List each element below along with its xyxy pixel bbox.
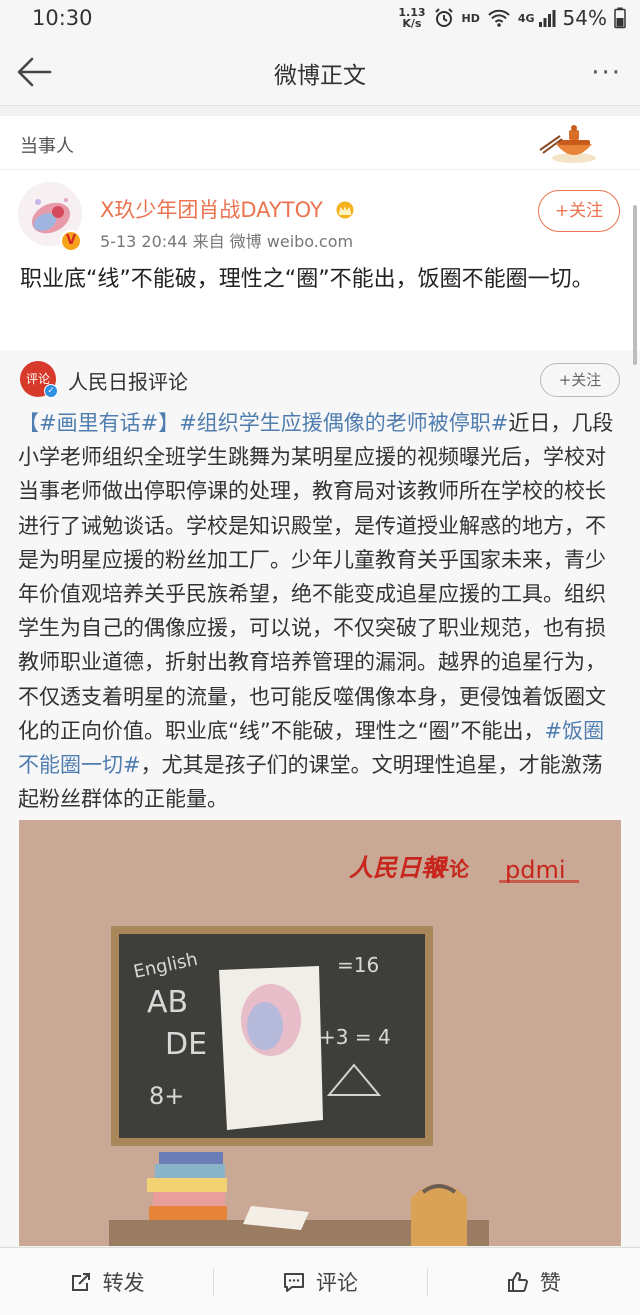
bottom-action-bar: 转发 评论 赞 xyxy=(0,1247,640,1315)
alarm-icon xyxy=(434,8,453,27)
top-nav-bar: 微博正文 ··· xyxy=(0,38,640,106)
hd-indicator: HD xyxy=(461,11,480,25)
post-author: V X玖少年团肖战DAYTOY 5-13 20:44 来自 微博 weibo.c… xyxy=(0,170,640,262)
comment-icon xyxy=(283,1272,304,1292)
crown-icon xyxy=(336,201,354,219)
page-title: 微博正文 xyxy=(274,63,366,89)
network-speed: 1.13 K/s xyxy=(398,7,425,29)
scrollbar[interactable] xyxy=(633,205,637,365)
network-speed-unit: K/s xyxy=(402,17,422,30)
chalk-eq-1: =16 xyxy=(337,953,379,977)
chalk-letters-1: AB xyxy=(147,985,188,1020)
hotpot-decoration-icon xyxy=(539,125,596,163)
network-type: 4G xyxy=(517,11,535,25)
follow-repost-author-button[interactable]: +关注 xyxy=(540,363,620,397)
comment-label: 评论 xyxy=(315,1270,358,1295)
topic-tag-huali[interactable]: 【#画里有话#】 xyxy=(18,411,179,435)
verified-badge-icon: V xyxy=(60,230,82,252)
like-button[interactable]: 赞 xyxy=(426,1248,640,1315)
repost-image[interactable]: 人民日報 评论 pdmi English AB DE =16 +3 = 4 8+ xyxy=(19,820,621,1246)
post-label: 当事人 xyxy=(20,136,74,157)
comment-button[interactable]: 评论 xyxy=(213,1248,426,1315)
status-time: 10:30 xyxy=(32,6,93,30)
reposted-weibo[interactable]: 评论 ✓ 人民日报评论 +关注 【#画里有话#】#组织学生应援偶像的老师被停职#… xyxy=(0,350,640,1246)
chalk-eq-2: +3 = 4 xyxy=(319,1025,391,1049)
topic-tag-teacher-suspended[interactable]: #组织学生应援偶像的老师被停职# xyxy=(179,411,508,435)
post-card: 当事人 V X玖少年团肖战DAYTOY 5-13 20:44 来自 微博 wei… xyxy=(0,116,640,1246)
status-bar: 10:30 1.13 K/s HD 4G 54% xyxy=(0,0,640,38)
status-icons: 1.13 K/s HD 4G 54% xyxy=(398,6,626,30)
post-text: 职业底“线”不能破，理性之“圈”不能出，饭圈不能圈一切。 xyxy=(20,267,594,292)
battery-percent: 54% xyxy=(562,6,607,30)
more-options-button[interactable]: ··· xyxy=(591,58,622,88)
post-meta: 5-13 20:44 来自 微博 weibo.com xyxy=(100,232,354,251)
repost-text-body-1: 近日，几段小学老师组织全班学生跳舞为某明星应援的视频曝光后，学校对当事老师做出停… xyxy=(18,411,614,743)
follow-author-button[interactable]: +关注 xyxy=(538,190,620,232)
image-brand-sub: 评论 xyxy=(429,857,470,881)
repost-icon xyxy=(71,1272,90,1291)
signal-icon xyxy=(538,10,556,27)
author-name-row[interactable]: X玖少年团肖战DAYTOY xyxy=(100,194,355,224)
wifi-icon xyxy=(488,9,510,27)
like-label: 赞 xyxy=(539,1270,561,1295)
chalk-eq-3: 8+ xyxy=(149,1082,184,1110)
chalk-letters-2: DE xyxy=(165,1027,207,1062)
classroom-illustration: 人民日報 评论 pdmi English AB DE =16 +3 = 4 8+ xyxy=(19,820,621,1246)
repost-header: 评论 ✓ 人民日报评论 +关注 xyxy=(0,350,640,406)
post-label-row: 当事人 xyxy=(0,116,640,170)
author-name[interactable]: X玖少年团肖战DAYTOY xyxy=(100,198,323,222)
thumbs-up-icon xyxy=(507,1271,528,1292)
repost-label: 转发 xyxy=(102,1270,145,1295)
battery-icon xyxy=(614,7,626,29)
repost-text: 【#画里有话#】#组织学生应援偶像的老师被停职#近日，几段小学老师组织全班学生跳… xyxy=(0,406,640,819)
repost-author-name[interactable]: 人民日报评论 xyxy=(68,366,188,395)
repost-verified-icon: ✓ xyxy=(44,384,58,398)
repost-button[interactable]: 转发 xyxy=(0,1248,213,1315)
image-logo-text: pdmi xyxy=(505,856,566,884)
